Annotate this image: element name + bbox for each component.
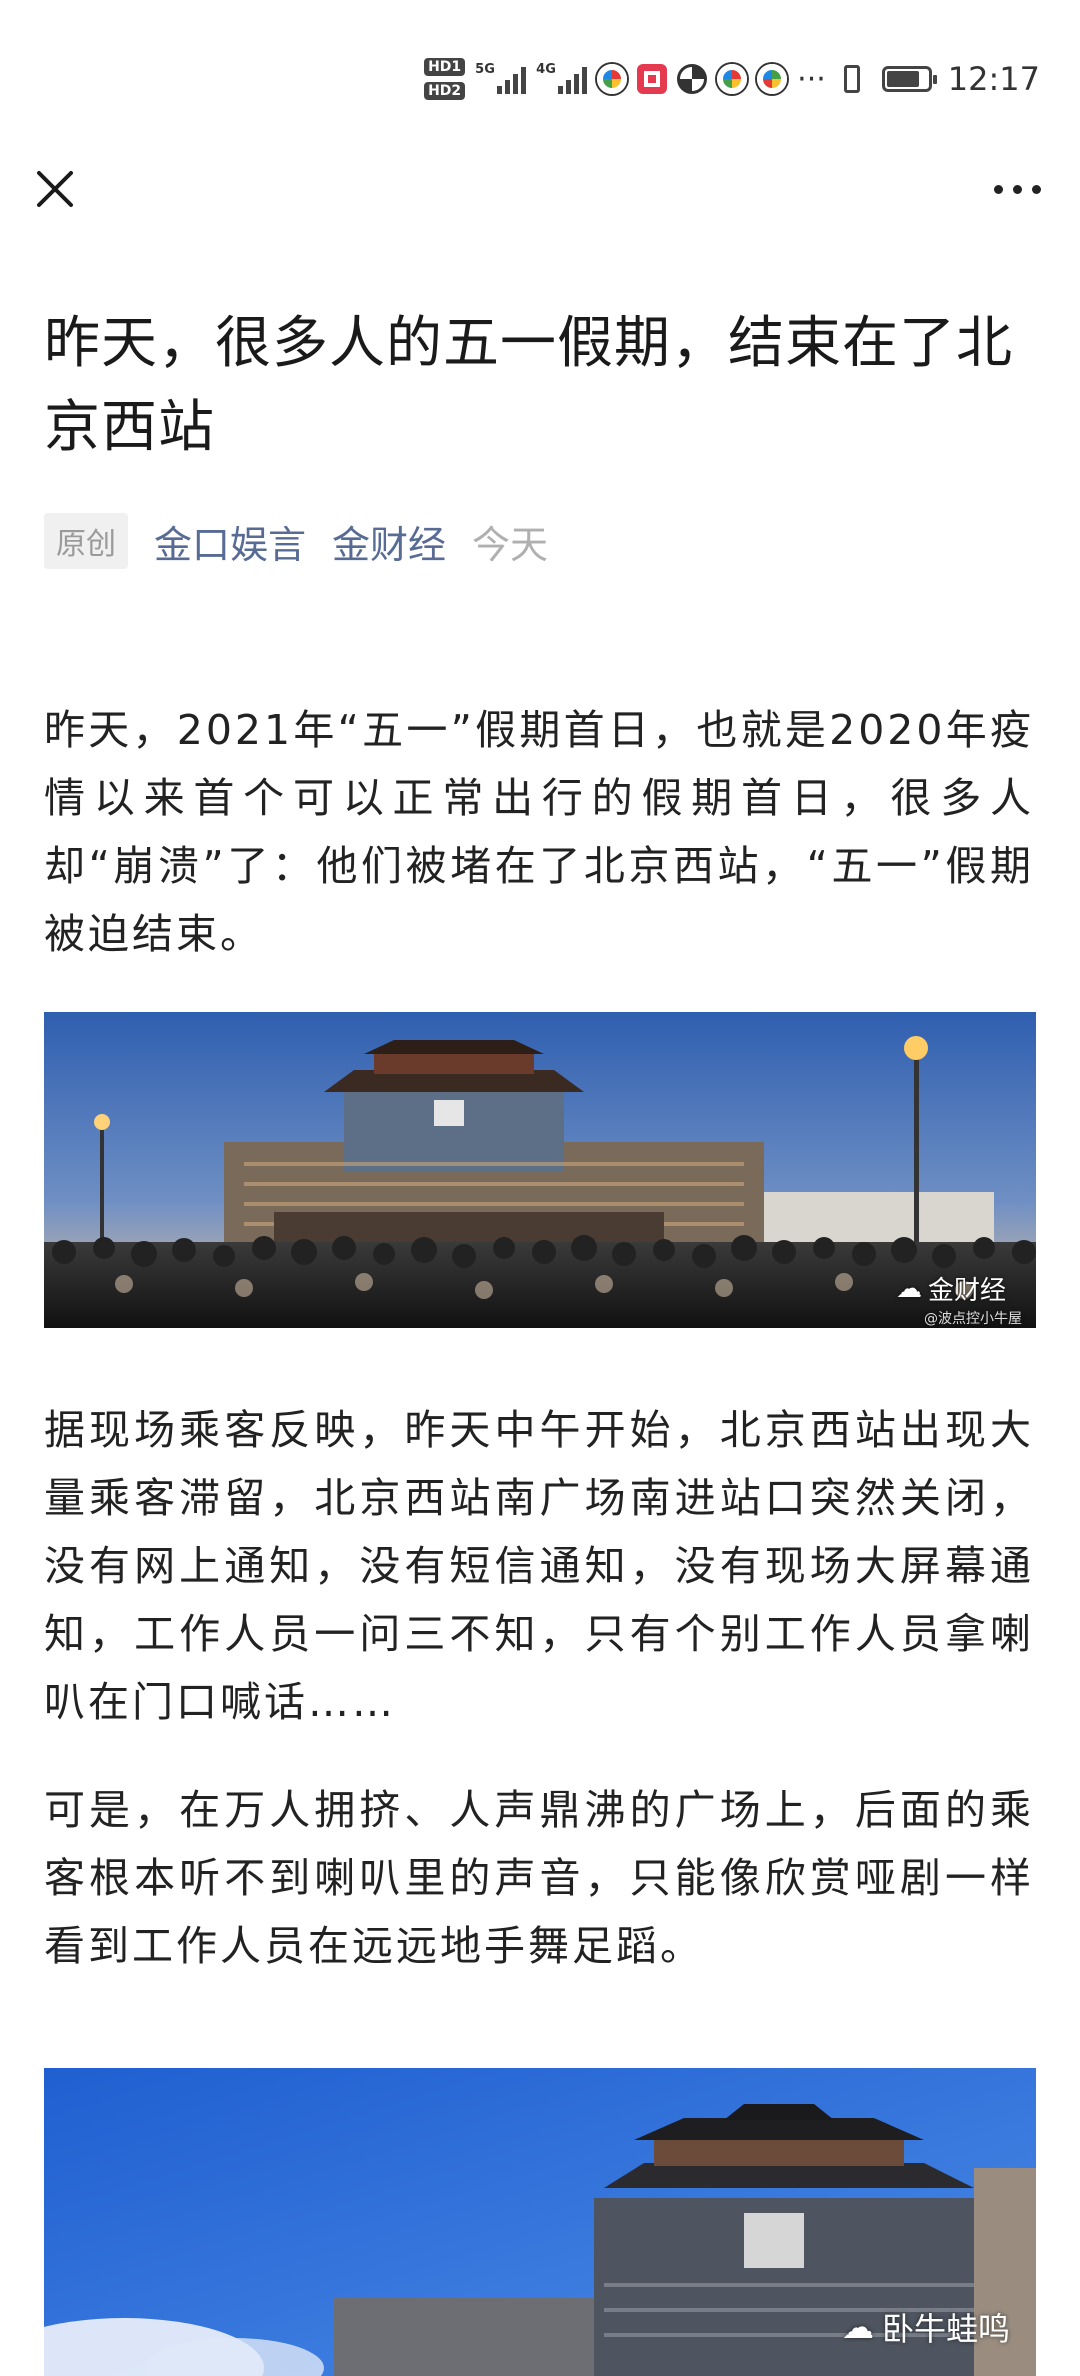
more-icon bbox=[993, 184, 1003, 194]
bottom-watermark: ☁ 卧牛蛙鸣 bbox=[841, 2308, 1010, 2348]
more-button[interactable] bbox=[982, 162, 1052, 216]
close-button[interactable] bbox=[28, 162, 82, 216]
article-meta: 原创 金口娱言 金财经 今天 bbox=[44, 510, 548, 572]
nav-bar bbox=[0, 150, 1080, 230]
overflow-icon: ··· bbox=[797, 61, 826, 97]
account-link[interactable]: 金财经 bbox=[332, 514, 446, 569]
article-paragraph: 可是，在万人拥挤、人声鼎沸的广场上，后面的乘客根本听不到喇叭里的声音，只能像欣赏… bbox=[44, 1786, 1034, 1970]
image-watermark: ☁ 金财经 bbox=[895, 1273, 1006, 1307]
hd1-icon: HD1 bbox=[424, 58, 466, 76]
app-notification-icon bbox=[597, 64, 628, 94]
article-image-station-crowd[interactable]: ☁ 金财经 @波点控小牛屋 bbox=[44, 1012, 1036, 1328]
wechat-icon: ☁ bbox=[895, 1273, 922, 1304]
signal-5g-icon: 5G bbox=[475, 62, 527, 94]
article-paragraph: 昨天，2021年“五一”假期首日，也就是2020年疫情以来首个可以正常出行的假期… bbox=[44, 706, 1034, 958]
hd2-icon: HD2 bbox=[424, 82, 466, 100]
article-image-station-building[interactable]: ☁ 卧牛蛙鸣 bbox=[44, 2068, 1036, 2376]
article-paragraph: 据现场乘客反映，昨天中午开始，北京西站出现大量乘客滞留，北京西站南广场南进站口突… bbox=[44, 1406, 1034, 1726]
battery-icon bbox=[881, 66, 937, 92]
wechat-icon: ☁ bbox=[841, 2308, 874, 2346]
author-link[interactable]: 金口娱言 bbox=[154, 514, 306, 569]
app-notification-icon bbox=[677, 64, 708, 94]
image-credit: @波点控小牛屋 bbox=[924, 1311, 1022, 1327]
clock: 12:17 bbox=[947, 60, 1040, 98]
article-page: HD1 HD2 5G 4G ··· 12:17 昨天，很多人的五一假期，结束在了… bbox=[0, 0, 1080, 2376]
red-book-icon bbox=[637, 64, 668, 94]
close-icon bbox=[37, 171, 73, 207]
publish-date: 今天 bbox=[472, 522, 549, 567]
app-notification-icon bbox=[757, 64, 788, 94]
original-badge: 原创 bbox=[44, 513, 128, 569]
signal-4g-icon: 4G bbox=[536, 62, 588, 94]
station-photo bbox=[44, 1012, 1036, 1328]
status-icons: HD1 HD2 5G 4G ··· 12:17 bbox=[424, 52, 1040, 106]
hd-voice-icons: HD1 HD2 bbox=[424, 58, 466, 100]
article-title: 昨天，很多人的五一假期，结束在了北京西站 bbox=[44, 311, 1013, 460]
status-bar: HD1 HD2 5G 4G ··· 12:17 bbox=[0, 0, 1080, 150]
vibrate-icon bbox=[843, 65, 860, 93]
app-notification-icon bbox=[717, 64, 748, 94]
